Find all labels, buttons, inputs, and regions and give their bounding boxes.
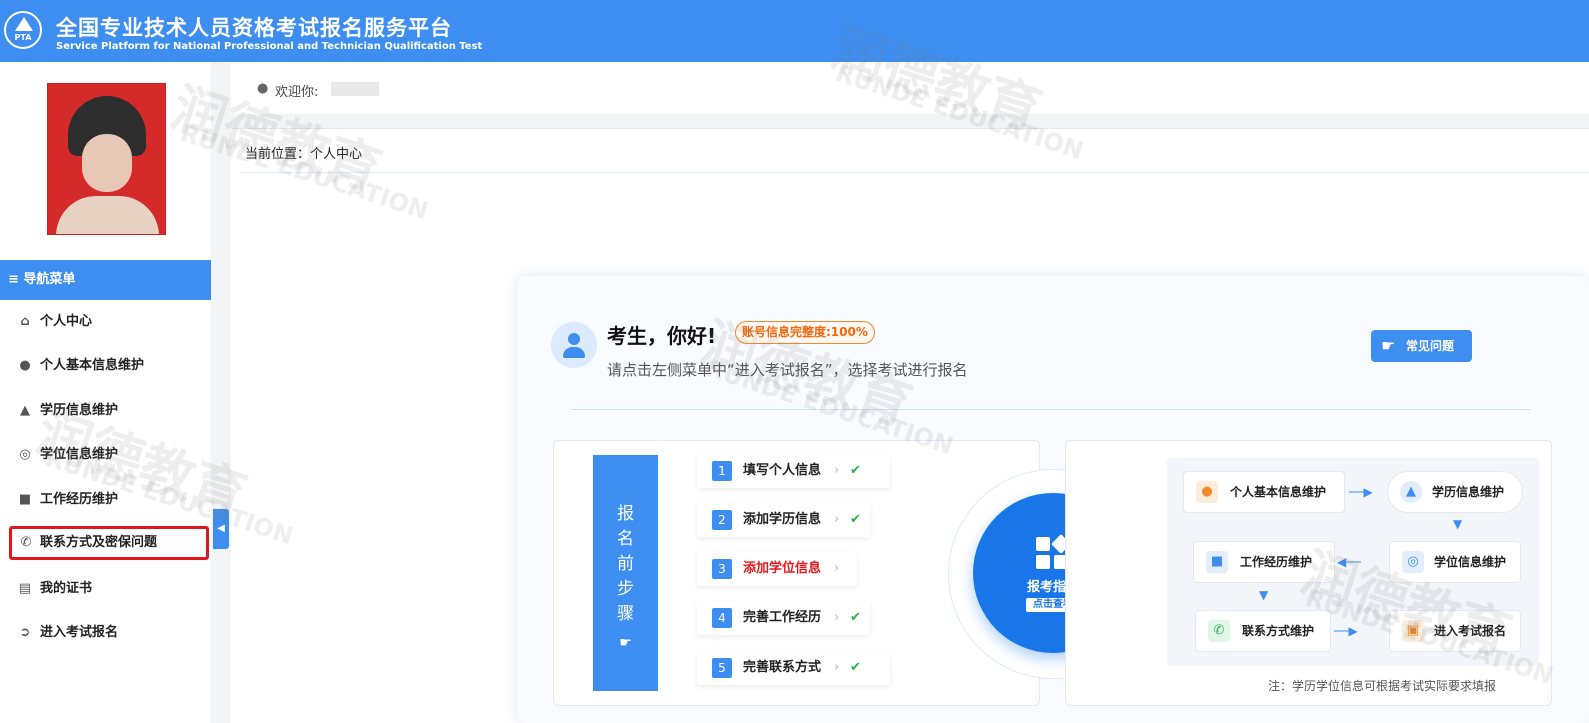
briefcase-icon: ■ xyxy=(1206,551,1228,573)
sidebar-item-label: 学历信息维护 xyxy=(40,403,119,418)
arrow-down-icon: ▼ xyxy=(1453,517,1463,531)
sidebar-item-label: 进入考试报名 xyxy=(40,625,119,640)
instruction-text: 请点击左侧菜单中“进入考试报名”，选择考试进行报名 xyxy=(607,361,968,379)
step-label: 完善工作经历 xyxy=(743,610,822,625)
step-3[interactable]: 3 添加学位信息 › xyxy=(697,552,857,586)
breadcrumb: 当前位置：个人中心 xyxy=(245,147,363,162)
sidebar-item-label: 个人中心 xyxy=(40,314,93,329)
user-avatar-icon xyxy=(551,322,597,368)
flow-education[interactable]: ▲ 学历信息维护 xyxy=(1387,471,1523,513)
top-header: PTA 全国专业技术人员资格考试报名服务平台 Service Platform … xyxy=(0,0,1589,62)
sidebar-item-degree[interactable]: ◎ 学位信息维护 xyxy=(0,438,211,472)
sidebar-collapse-button[interactable]: ◀ xyxy=(213,509,229,549)
book-icon: ▤ xyxy=(18,581,32,596)
flow-label: 联系方式维护 xyxy=(1242,624,1315,638)
platform-subtitle: Service Platform for National Profession… xyxy=(56,41,483,52)
sidebar-item-label: 学位信息维护 xyxy=(40,447,119,462)
chevron-right-icon: › xyxy=(834,660,840,675)
steps-title-text: 报名前步骤 xyxy=(617,504,634,624)
check-icon: ✔ xyxy=(850,512,861,527)
phone-icon: ✆ xyxy=(1208,620,1230,642)
sidebar-item-certificates[interactable]: ▤ 我的证书 xyxy=(0,572,211,606)
avatar-photo xyxy=(47,83,166,235)
graduation-cap-icon: ▲ xyxy=(1400,481,1422,503)
arrow-down-icon: ▼ xyxy=(1259,588,1269,602)
user-icon: ● xyxy=(19,358,31,373)
step-5[interactable]: 5 完善联系方式 › ✔ xyxy=(697,651,890,685)
step-label: 添加学历信息 xyxy=(743,512,822,527)
arrow-circle-icon: ➲ xyxy=(19,625,31,640)
flow-enter-exam[interactable]: ▣ 进入考试报名 xyxy=(1389,610,1521,652)
completeness-badge: 账号信息完整度:100% xyxy=(735,321,875,344)
welcome-bar: ● 欢迎你: xyxy=(231,62,1589,114)
sidebar-item-label: 我的证书 xyxy=(40,581,93,596)
check-icon: ✔ xyxy=(850,463,861,478)
step-number: 4 xyxy=(712,608,732,628)
sidebar-item-personal-center[interactable]: ⌂ 个人中心 xyxy=(0,305,211,339)
steps-title: 报名前步骤 ☛ xyxy=(593,455,658,691)
flow-label: 学位信息维护 xyxy=(1434,555,1507,569)
nav-menu-header: ≡ 导航菜单 xyxy=(0,260,211,300)
step-number: 5 xyxy=(712,658,732,678)
flow-label: 进入考试报名 xyxy=(1434,624,1507,638)
sidebar-item-work-experience[interactable]: ■ 工作经历维护 xyxy=(0,483,211,517)
greeting-title: 考生，你好! xyxy=(607,324,717,348)
flow-personal-info[interactable]: ● 个人基本信息维护 xyxy=(1183,471,1345,513)
sidebar-item-label: 联系方式及密保问题 xyxy=(40,535,158,550)
check-icon: ✔ xyxy=(850,660,861,675)
flow-label: 学历信息维护 xyxy=(1432,485,1505,499)
check-icon: ✔ xyxy=(850,610,861,625)
briefcase-icon: ■ xyxy=(18,492,32,507)
faq-label: 常见问题 xyxy=(1406,339,1455,353)
pointing-hand-icon: ☛ xyxy=(619,635,632,651)
home-icon: ⌂ xyxy=(20,314,30,329)
card-divider xyxy=(571,409,1531,410)
step-number: 2 xyxy=(712,510,732,530)
faq-button[interactable]: ☛ 常见问题 xyxy=(1371,330,1472,362)
chevron-right-icon: › xyxy=(834,561,840,576)
chevron-right-icon: › xyxy=(834,512,840,527)
step-label: 完善联系方式 xyxy=(743,660,822,675)
flow-work[interactable]: ■ 工作经历维护 xyxy=(1193,541,1335,583)
user-icon: ● xyxy=(257,81,269,96)
chevron-right-icon: › xyxy=(834,463,840,478)
sidebar-item-education[interactable]: ▲ 学历信息维护 xyxy=(0,394,211,428)
clipboard-icon: ▣ xyxy=(1402,620,1424,642)
arrow-left-icon: ◀── xyxy=(1337,555,1361,569)
step-number: 3 xyxy=(712,559,732,579)
caret-left-icon: ◀ xyxy=(217,523,225,534)
flow-label: 工作经历维护 xyxy=(1240,555,1313,569)
step-2[interactable]: 2 添加学历信息 › ✔ xyxy=(697,503,870,537)
sidebar-item-label: 个人基本信息维护 xyxy=(40,358,145,373)
graduation-cap-icon: ▲ xyxy=(20,403,30,418)
platform-title: 全国专业技术人员资格考试报名服务平台 xyxy=(56,16,452,40)
flow-label: 个人基本信息维护 xyxy=(1230,485,1327,499)
chevron-right-icon: › xyxy=(834,610,840,625)
sidebar-item-enter-exam[interactable]: ➲ 进入考试报名 xyxy=(0,616,211,650)
step-1[interactable]: 1 填写个人信息 › ✔ xyxy=(697,454,890,488)
medal-icon: ◎ xyxy=(19,447,31,462)
note-text: 注：学历学位信息可根据考试实际要求填报 xyxy=(1268,679,1497,693)
phone-icon: ✆ xyxy=(20,535,32,550)
arrow-right-icon: ──▶ xyxy=(1334,624,1358,638)
sidebar-item-label: 工作经历维护 xyxy=(40,492,119,507)
sidebar: ≡ 导航菜单 ⌂ 个人中心 ● 个人基本信息维护 ▲ 学历信息维护 ◎ 学位信息… xyxy=(0,62,211,723)
flow-contact[interactable]: ✆ 联系方式维护 xyxy=(1195,610,1331,652)
username-redacted xyxy=(331,82,379,96)
medal-icon: ◎ xyxy=(1402,551,1424,573)
arrow-right-icon: ──▶ xyxy=(1349,485,1373,499)
flow-degree[interactable]: ◎ 学位信息维护 xyxy=(1389,541,1521,583)
step-label: 填写个人信息 xyxy=(743,463,822,478)
step-number: 1 xyxy=(712,461,732,481)
step-4[interactable]: 4 完善工作经历 › ✔ xyxy=(697,601,870,635)
pta-logo-icon: PTA xyxy=(4,11,42,49)
pointing-hand-icon: ☛ xyxy=(1381,336,1396,355)
sidebar-item-basic-info[interactable]: ● 个人基本信息维护 xyxy=(0,349,211,383)
welcome-label: 欢迎你: xyxy=(275,85,319,100)
step-label: 添加学位信息 xyxy=(743,561,822,576)
user-icon: ● xyxy=(1196,481,1218,503)
breadcrumb-divider xyxy=(241,172,1589,173)
sidebar-item-contact-security[interactable]: ✆ 联系方式及密保问题 xyxy=(9,526,209,560)
